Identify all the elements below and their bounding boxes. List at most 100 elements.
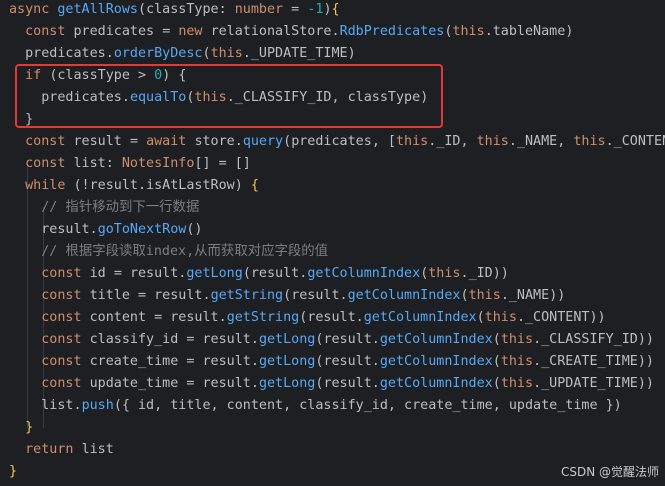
code-token: 0 (154, 68, 163, 83)
code-token: _NAME (508, 288, 550, 303)
code-line: const title = result.getString(result.ge… (9, 285, 665, 307)
code-line: if (classType > 0) { (9, 65, 665, 87)
watermark: CSDN @觉醒法师 (560, 465, 659, 479)
code-token: result. (202, 354, 259, 369)
code-token: . (533, 332, 542, 347)
code-token: = (129, 134, 147, 149)
code-token: const (41, 354, 90, 369)
code-token: classType (57, 68, 138, 83)
code-token: () (186, 222, 203, 237)
code-token: tableName (492, 24, 566, 39)
code-token: this (194, 90, 227, 105)
code-token: . (533, 354, 542, 369)
code-token: ) (323, 2, 332, 17)
code-token: )) (637, 354, 654, 369)
code-token: content (89, 310, 155, 325)
code-token: ) (347, 46, 356, 61)
code-token: const (25, 134, 74, 149)
code-token: isAtLastRow (146, 178, 235, 193)
code-token: > (138, 68, 155, 83)
code-line: } (9, 109, 665, 131)
code-line: predicates.equalTo(this._CLASSIFY_ID, cl… (9, 87, 665, 109)
code-token: ( (202, 46, 211, 61)
code-token: getColumnIndex (379, 376, 493, 391)
code-token: getLong (258, 332, 316, 347)
code-token: = (138, 288, 155, 303)
code-token: ( (492, 354, 501, 369)
code-token: result. (129, 266, 187, 281)
code-token: = (283, 2, 308, 17)
code-token: = (154, 310, 171, 325)
code-token: async (9, 2, 58, 17)
code-token: ({ (113, 398, 138, 413)
code-token: classify_id (89, 332, 187, 347)
code-token: { (250, 178, 259, 193)
code-line: const create_time = result.getLong(resul… (9, 351, 665, 373)
code-token: store. (194, 134, 243, 149)
code-token: ) (162, 68, 179, 83)
code-token: : (105, 156, 122, 171)
code-token: this (573, 134, 606, 149)
code-token: relationalStore. (210, 24, 340, 39)
code-line: while (!result.isAtLastRow) { (9, 175, 665, 197)
code-token: result. (170, 310, 227, 325)
code-token: this (452, 24, 485, 39)
code-line: list.push({ id, title, content, classify… (9, 395, 665, 417)
code-token: predicates (73, 24, 163, 39)
code-line: async getAllRows(classType: number = -1)… (9, 0, 665, 21)
code-token: const (25, 24, 74, 39)
code-token: . (226, 90, 235, 105)
code-token: . (605, 134, 614, 149)
code-token: this (468, 288, 501, 303)
code-token: getColumnIndex (379, 354, 493, 369)
code-token: )) (589, 310, 606, 325)
code-line: // 指针移动到下一行数据 (9, 197, 665, 219)
code-token: result. (250, 266, 308, 281)
code-token: [] = [] (194, 156, 251, 171)
code-token: NotesInfo (121, 156, 195, 171)
code-token: const (25, 156, 74, 171)
code-line: const classify_id = result.getLong(resul… (9, 329, 665, 351)
code-token: list. (9, 398, 82, 413)
code-token: } (25, 420, 34, 435)
code-token: ( (283, 134, 292, 149)
code-line: const content = result.getString(result.… (9, 307, 665, 329)
code-token: if (25, 68, 50, 83)
code-token: const (41, 266, 90, 281)
code-token: equalTo (129, 90, 187, 105)
code-token: predicates. (9, 46, 114, 61)
code-token: const (41, 376, 90, 391)
code-token: , (331, 90, 348, 105)
code-token: classType (146, 2, 219, 17)
code-token: (! (73, 178, 90, 193)
code-line: return list (9, 439, 665, 461)
code-line: const update_time = result.getLong(resul… (9, 373, 665, 395)
code-token: ( (476, 310, 485, 325)
code-line: // 根据字段读取index,从而获取对应字段的值 (9, 241, 665, 263)
code-token: = (186, 332, 203, 347)
code-token: . (508, 134, 517, 149)
code-token: ( (283, 288, 292, 303)
code-token: const (41, 332, 90, 347)
code-editor[interactable]: async getAllRows(classType: number = -1)… (0, 0, 665, 486)
code-token: result. (89, 178, 147, 193)
code-token: _CONTENT (525, 310, 590, 325)
code-token: . (460, 266, 469, 281)
code-token: id (89, 266, 114, 281)
code-token: _CONTEN (613, 134, 665, 149)
code-token: )) (637, 332, 654, 347)
code-token: : (218, 2, 235, 17)
code-token: _NAME (516, 134, 558, 149)
code-token: result. (307, 310, 364, 325)
code-token: new (178, 24, 211, 39)
code-token: update_time (89, 376, 187, 391)
code-token: result. (202, 332, 259, 347)
